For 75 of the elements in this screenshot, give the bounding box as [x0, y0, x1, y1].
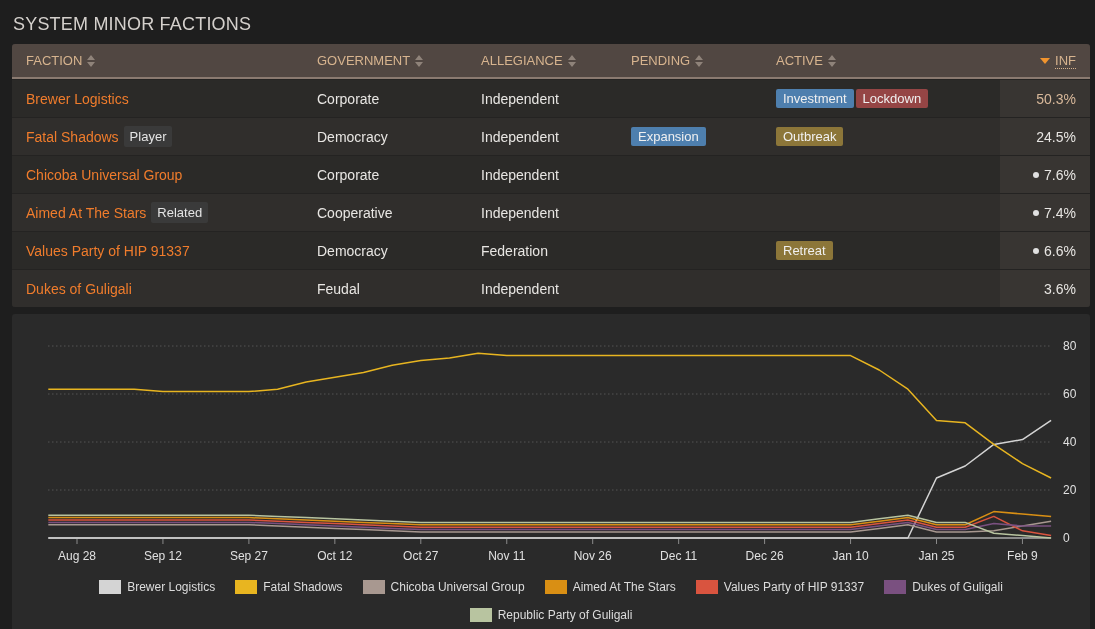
legend-label: Chicoba Universal Group: [390, 580, 525, 594]
influence-value: 3.6%: [1044, 280, 1076, 297]
x-tick-label: Dec 26: [745, 549, 784, 563]
y-tick-label: 60: [1063, 387, 1077, 401]
influence-value: 7.6%: [1044, 166, 1076, 183]
column-header[interactable]: ALLEGIANCE: [481, 53, 576, 68]
sort-icon: [695, 54, 704, 67]
x-tick-label: Oct 27: [403, 549, 439, 563]
x-tick-label: Feb 9: [1007, 549, 1038, 563]
column-header[interactable]: INF: [1040, 52, 1076, 69]
table-cell: Corporate: [317, 90, 380, 107]
faction-link[interactable]: Values Party of HIP 91337: [26, 242, 190, 259]
legend-label: Aimed At The Stars: [572, 580, 676, 594]
sort-icon: [87, 54, 96, 67]
influence-value: 24.5%: [1036, 128, 1076, 145]
legend-item[interactable]: Fatal Shadows: [235, 580, 343, 594]
state-label: Investment: [776, 89, 854, 108]
legend-item[interactable]: Brewer Logistics: [99, 580, 216, 594]
legend-item[interactable]: Chicoba Universal Group: [362, 580, 525, 594]
state-label: Lockdown: [855, 89, 929, 108]
x-tick-label: Nov 26: [573, 549, 612, 563]
y-tick-label: 0: [1063, 531, 1070, 545]
faction-link[interactable]: Brewer Logistics: [26, 90, 129, 107]
legend-label: Dukes of Guligali: [912, 580, 1003, 594]
sort-icon: [567, 54, 576, 67]
legend-label: Fatal Shadows: [263, 580, 343, 594]
legend-label: Values Party of HIP 91337: [723, 580, 865, 594]
table-cell: Democracy: [317, 128, 388, 145]
y-tick-label: 20: [1063, 483, 1077, 497]
sort-descending-icon: [1040, 57, 1051, 64]
sort-icon: [415, 54, 424, 67]
x-tick-label: Nov 11: [488, 549, 526, 563]
table-cell: Independent: [481, 204, 559, 221]
table-cell: Independent: [481, 166, 559, 183]
column-header[interactable]: ACTIVE: [776, 53, 836, 68]
x-tick-label: Jan 10: [832, 549, 869, 563]
x-tick-label: Sep 27: [229, 549, 268, 563]
table-cell: Independent: [481, 280, 559, 297]
y-tick-label: 80: [1063, 339, 1077, 353]
faction-link[interactable]: Dukes of Guligali: [26, 280, 132, 297]
column-header[interactable]: FACTION: [26, 53, 96, 68]
faction-link[interactable]: Chicoba Universal Group: [26, 166, 183, 183]
y-tick-label: 40: [1063, 435, 1077, 449]
x-tick-label: Dec 11: [660, 549, 698, 563]
influence-value: 50.3%: [1036, 90, 1076, 107]
column-header[interactable]: PENDING: [631, 53, 704, 68]
x-tick-label: Oct 12: [317, 549, 353, 563]
faction-tag: Player: [123, 126, 173, 147]
state-label: Retreat: [776, 241, 833, 260]
x-tick-label: Sep 12: [143, 549, 182, 563]
state-label: Outbreak: [776, 127, 844, 146]
influence-value: 6.6%: [1044, 242, 1076, 259]
table-cell: Independent: [481, 90, 559, 107]
legend-item[interactable]: Republic Party of Guligali: [469, 608, 633, 622]
sort-icon: [827, 54, 836, 67]
x-tick-label: Jan 25: [918, 549, 955, 563]
table-cell: Corporate: [317, 166, 380, 183]
table-cell: Cooperative: [317, 204, 393, 221]
legend-label: Brewer Logistics: [127, 580, 216, 594]
faction-link[interactable]: Fatal Shadows: [26, 128, 119, 145]
legend-item[interactable]: Values Party of HIP 91337: [695, 580, 865, 594]
state-label: Expansion: [631, 127, 706, 146]
legend-item[interactable]: Dukes of Guligali: [884, 580, 1003, 594]
table-cell: Independent: [481, 128, 559, 145]
faction-tag: Related: [151, 202, 209, 223]
table-cell: Federation: [481, 242, 548, 259]
legend-item[interactable]: Aimed At The Stars: [544, 580, 676, 594]
faction-link[interactable]: Aimed At The Stars: [26, 204, 147, 221]
table-cell: Feudal: [317, 280, 360, 297]
table-cell: Democracy: [317, 242, 388, 259]
x-tick-label: Aug 28: [58, 549, 96, 563]
legend-label: Republic Party of Guligali: [497, 608, 633, 622]
section-title: SYSTEM MINOR FACTIONS: [13, 13, 253, 36]
column-header[interactable]: GOVERNMENT: [317, 53, 424, 68]
influence-value: 7.4%: [1044, 204, 1076, 221]
